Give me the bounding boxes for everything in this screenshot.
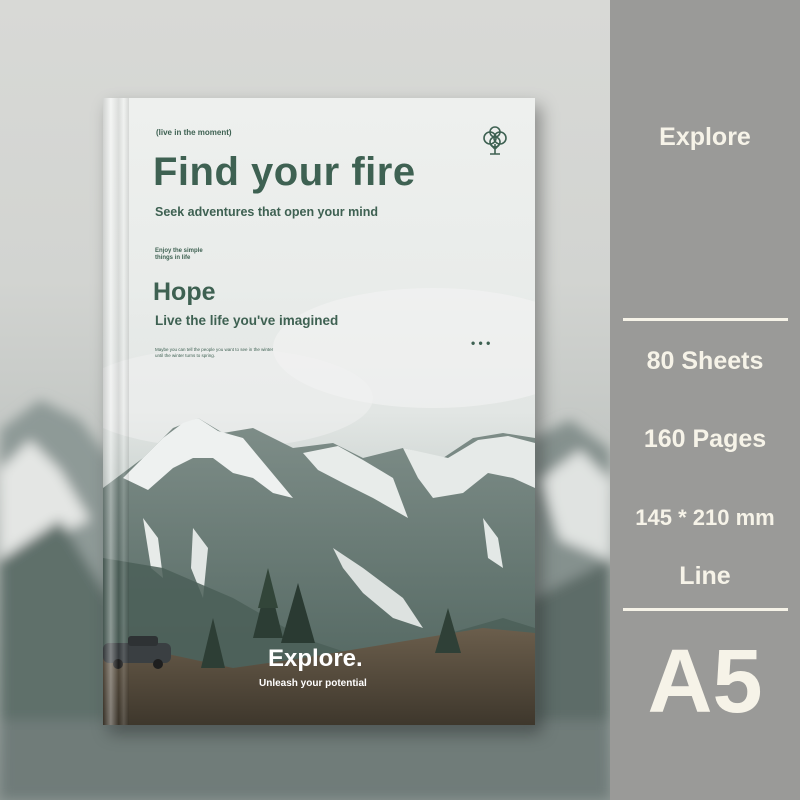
cover-fine-print-2: until the winter turns to spring. xyxy=(155,353,216,358)
cover-bottom-subtitle: Unleash your potential xyxy=(259,678,367,689)
panel-ruling: Line xyxy=(679,562,731,590)
cover-subheadline: Seek adventures that open your mind xyxy=(155,205,378,219)
panel-divider-top xyxy=(623,318,788,321)
panel-size: 145 * 210 mm xyxy=(635,505,775,530)
cover-fine-print-1: Maybe you can tell the people you want t… xyxy=(155,347,274,352)
notebook-spine xyxy=(103,98,129,725)
cover-tagline: (live in the moment) xyxy=(156,128,232,137)
cover-dots: • • • xyxy=(471,336,491,350)
cover-section-subtitle: Live the life you've imagined xyxy=(155,313,339,328)
cover-small-note-2: things in life xyxy=(155,255,191,261)
notebook-cover: (live in the moment) Find your fire Seek… xyxy=(103,98,535,725)
panel-format: A5 xyxy=(647,632,763,732)
panel-title: Explore xyxy=(659,123,751,151)
cover-bottom-title: Explore. xyxy=(268,645,363,672)
spec-panel: Explore 80 Sheets 160 Pages 145 * 210 mm… xyxy=(610,0,800,800)
cover-small-note-1: Enjoy the simple xyxy=(155,248,203,254)
panel-divider-bottom xyxy=(623,608,788,611)
cover-headline: Find your fire xyxy=(153,150,416,194)
panel-pages: 160 Pages xyxy=(643,425,767,453)
cover-section-title: Hope xyxy=(153,278,216,306)
panel-sheets: 80 Sheets xyxy=(646,347,764,375)
tree-icon xyxy=(483,126,507,155)
